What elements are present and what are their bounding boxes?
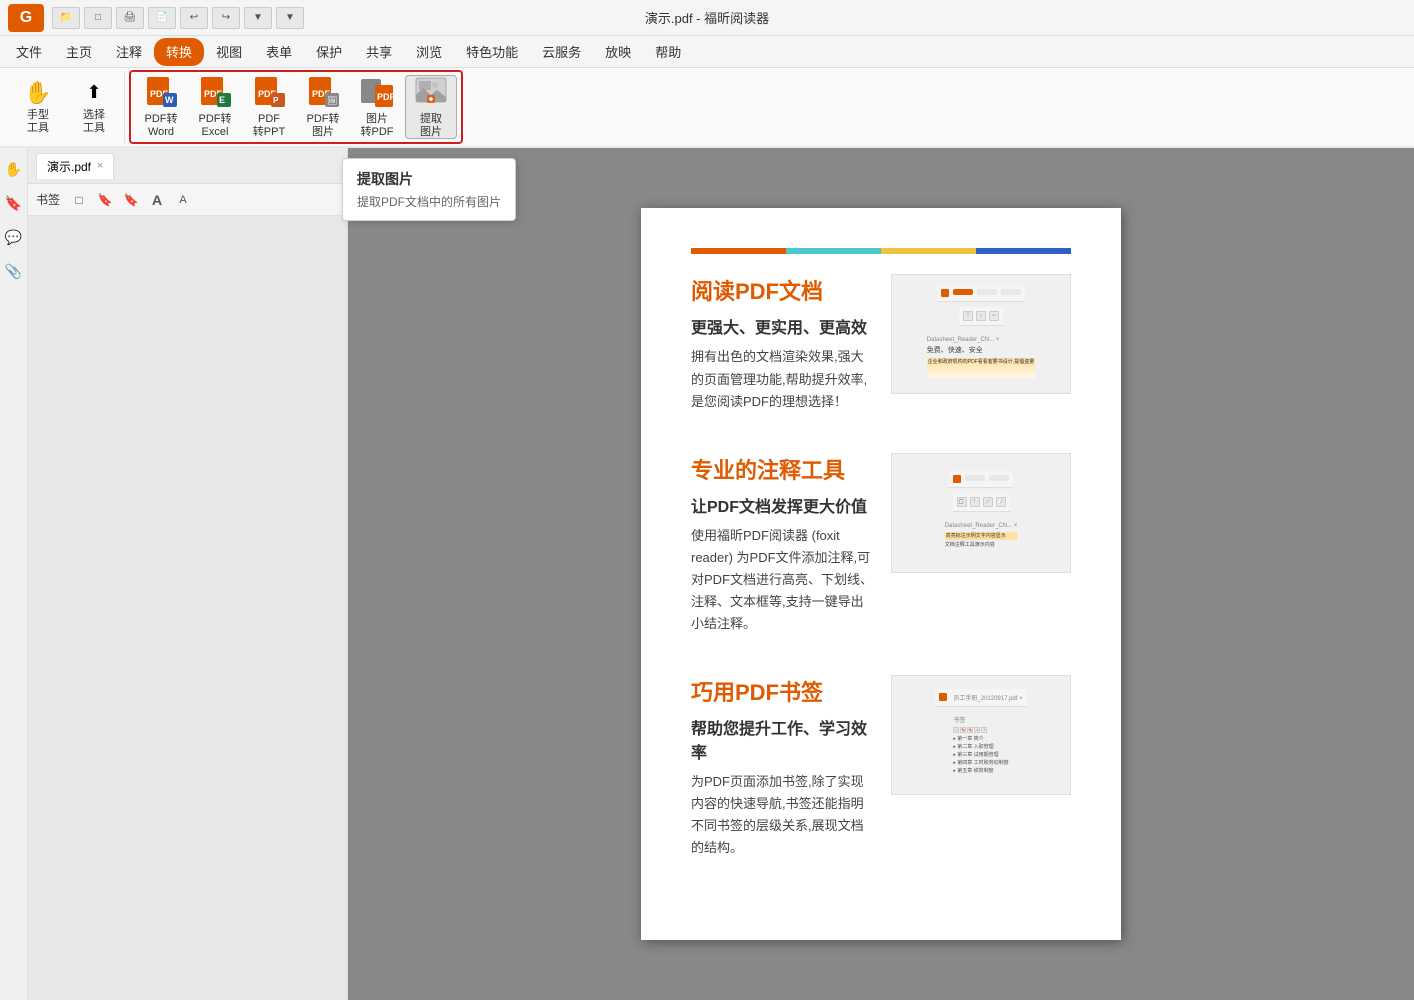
pdf-body-2: 使用福昕PDF阅读器 (foxit reader) 为PDF文件添加注释,可对P… <box>691 525 875 635</box>
undo-btn[interactable]: ↩ <box>180 7 208 29</box>
bm-icon-bookmark1[interactable]: 🔖 <box>94 189 116 211</box>
bm-icon-text-small[interactable]: A <box>172 189 194 211</box>
side-hand-icon[interactable]: ✋ <box>3 158 25 180</box>
menu-features[interactable]: 特色功能 <box>454 38 530 66</box>
logo-button[interactable]: G <box>8 4 44 32</box>
toolbar: ✋ 手型工具 ⬆ 选择工具 PDF W PDF转Word <box>0 68 1414 148</box>
open-folder-btn[interactable]: 📁 <box>52 7 80 29</box>
pdf-section-3: 巧用PDF书签 帮助您提升工作、学习效率 为PDF页面添加书签,除了实现内容的快… <box>691 675 1071 859</box>
window-title: 演示.pdf - 福昕阅读器 <box>645 8 769 27</box>
print-btn[interactable]: 🖨 <box>116 7 144 29</box>
pdf-to-word-icon: PDF W <box>143 75 179 111</box>
pdf-heading-1: 阅读PDF文档 <box>691 274 875 306</box>
menubar: 文件 主页 注释 转换 视图 表单 保护 共享 浏览 特色功能 云服务 放映 帮… <box>0 36 1414 68</box>
left-panel-content <box>28 216 347 1000</box>
menu-slideshow[interactable]: 放映 <box>593 38 643 66</box>
svg-text:🖼: 🖼 <box>327 96 337 105</box>
menu-convert[interactable]: 转换 <box>154 38 204 66</box>
left-panel: 演示.pdf × 书签 □ 🔖 🔖 A A <box>28 148 348 1000</box>
side-comment-icon[interactable]: 💬 <box>3 226 25 248</box>
menu-annotation[interactable]: 注释 <box>104 38 154 66</box>
menu-browse[interactable]: 浏览 <box>404 38 454 66</box>
svg-text:PDF: PDF <box>377 92 395 102</box>
menu-share[interactable]: 共享 <box>354 38 404 66</box>
side-attach-icon[interactable]: 📎 <box>3 260 25 282</box>
select-tool-btn[interactable]: ⬆ 选择工具 <box>68 75 120 139</box>
pdf-subheading-3: 帮助您提升工作、学习效率 <box>691 715 875 763</box>
pdf-subheading-2: 让PDF文档发挥更大价值 <box>691 493 875 517</box>
svg-text:P: P <box>273 96 279 105</box>
side-bookmark-icon[interactable]: 🔖 <box>3 192 25 214</box>
svg-text:E: E <box>219 95 225 105</box>
pdf-mini-img-3: 员工手册_20120917.pdf × 书签 □ 🔖 🔖 A A <box>891 675 1071 795</box>
pdf-to-excel-icon: PDF E <box>197 75 233 111</box>
bookmark-toolbar: 书签 □ 🔖 🔖 A A <box>28 184 347 216</box>
extract-image-icon <box>413 75 449 111</box>
select-tool-label: 选择工具 <box>83 109 105 135</box>
window-btn-2[interactable]: □ <box>84 7 112 29</box>
hand-tool-btn[interactable]: ✋ 手型工具 <box>12 75 64 139</box>
redo-btn[interactable]: ↪ <box>212 7 240 29</box>
file-tab-close[interactable]: × <box>97 160 103 172</box>
svg-text:W: W <box>165 95 174 105</box>
select-tool-icon: ⬆ <box>76 79 112 107</box>
pdf-to-ppt-icon: PDF P <box>251 75 287 111</box>
tool-group-hand-select: ✋ 手型工具 ⬆ 选择工具 <box>8 71 125 143</box>
menu-help[interactable]: 帮助 <box>643 38 693 66</box>
pdf-to-ppt-label: PDF转PPT <box>253 113 285 139</box>
more-btn[interactable]: ▼ <box>244 7 272 29</box>
hand-tool-label: 手型工具 <box>27 109 49 135</box>
image-to-pdf-label: 图片转PDF <box>361 113 394 139</box>
pdf-mini-img-2: 📋 T 🖊 📝 Datasheet_Reader_CN... × 高亮标注示例文… <box>891 453 1071 573</box>
pdf-section-1: 阅读PDF文档 更强大、更实用、更高效 拥有出色的文档渲染效果,强大的页面管理功… <box>691 274 1071 412</box>
extract-image-label: 提取图片 <box>420 113 442 139</box>
pdf-heading-3: 巧用PDF书签 <box>691 675 875 707</box>
pdf-to-image-icon: PDF 🖼 <box>305 75 341 111</box>
bm-icon-text-large[interactable]: A <box>146 189 168 211</box>
file-tabs: 演示.pdf × <box>28 148 347 184</box>
menu-home[interactable]: 主页 <box>54 38 104 66</box>
pdf-section-2: 专业的注释工具 让PDF文档发挥更大价值 使用福昕PDF阅读器 (foxit r… <box>691 453 1071 635</box>
extract-image-btn[interactable]: 提取图片 <box>405 75 457 139</box>
convert-group: PDF W PDF转Word PDF E PDF转Excel <box>129 70 463 144</box>
bm-icon-square[interactable]: □ <box>68 189 90 211</box>
menu-file[interactable]: 文件 <box>4 38 54 66</box>
bookmark-label: 书签 <box>36 191 60 208</box>
pdf-body-1: 拥有出色的文档渲染效果,强大的页面管理功能,帮助提升效率,是您阅读PDF的理想选… <box>691 346 875 412</box>
new-doc-btn[interactable]: 📄 <box>148 7 176 29</box>
pdf-to-image-btn[interactable]: PDF 🖼 PDF转图片 <box>297 75 349 139</box>
tooltip-title: 提取图片 <box>357 169 501 189</box>
doc-page: 阅读PDF文档 更强大、更实用、更高效 拥有出色的文档渲染效果,强大的页面管理功… <box>641 208 1121 939</box>
main-area: ✋ 🔖 💬 📎 演示.pdf × 书签 □ 🔖 🔖 A A <box>0 148 1414 1000</box>
customize-btn[interactable]: ▼ <box>276 7 304 29</box>
menu-protect[interactable]: 保护 <box>304 38 354 66</box>
pdf-to-word-label: PDF转Word <box>145 113 178 139</box>
pdf-color-bar <box>691 248 1071 254</box>
menu-form[interactable]: 表单 <box>254 38 304 66</box>
menu-view[interactable]: 视图 <box>204 38 254 66</box>
pdf-to-excel-label: PDF转Excel <box>199 113 232 139</box>
bm-icon-bookmark2[interactable]: 🔖 <box>120 189 142 211</box>
pdf-subheading-1: 更强大、更实用、更高效 <box>691 314 875 338</box>
side-icon-strip: ✋ 🔖 💬 📎 <box>0 148 28 1000</box>
menu-cloud[interactable]: 云服务 <box>530 38 593 66</box>
image-to-pdf-icon: PDF <box>359 75 395 111</box>
image-to-pdf-btn[interactable]: PDF 图片转PDF <box>351 75 403 139</box>
hand-tool-icon: ✋ <box>20 79 56 107</box>
pdf-body-3: 为PDF页面添加书签,除了实现内容的快速导航,书签还能指明不同书签的层级关系,展… <box>691 771 875 859</box>
tooltip-description: 提取PDF文档中的所有图片 <box>357 193 501 210</box>
file-tab-active[interactable]: 演示.pdf × <box>36 153 114 179</box>
pdf-mini-img-1: T + ✏ Datasheet_Reader_CN... × 免费、快速、安全 … <box>891 274 1071 394</box>
pdf-to-image-label: PDF转图片 <box>307 113 340 139</box>
doc-content: ◀ 阅读PDF文档 更强大、更实用、更高效 拥有出色的文档渲染效果,强大的页面管… <box>348 148 1414 1000</box>
pdf-heading-2: 专业的注释工具 <box>691 453 875 485</box>
doc-area: ◀ 阅读PDF文档 更强大、更实用、更高效 拥有出色的文档渲染效果,强大的页面管… <box>348 148 1414 1000</box>
pdf-to-word-btn[interactable]: PDF W PDF转Word <box>135 75 187 139</box>
pdf-to-ppt-btn[interactable]: PDF P PDF转PPT <box>243 75 295 139</box>
file-tab-name: 演示.pdf <box>47 158 91 175</box>
pdf-to-excel-btn[interactable]: PDF E PDF转Excel <box>189 75 241 139</box>
titlebar: G 📁 □ 🖨 📄 ↩ ↪ ▼ ▼ 演示.pdf - 福昕阅读器 <box>0 0 1414 36</box>
window-controls: 📁 □ 🖨 📄 ↩ ↪ ▼ ▼ <box>52 7 304 29</box>
tooltip-popup: 提取图片 提取PDF文档中的所有图片 <box>342 158 516 221</box>
